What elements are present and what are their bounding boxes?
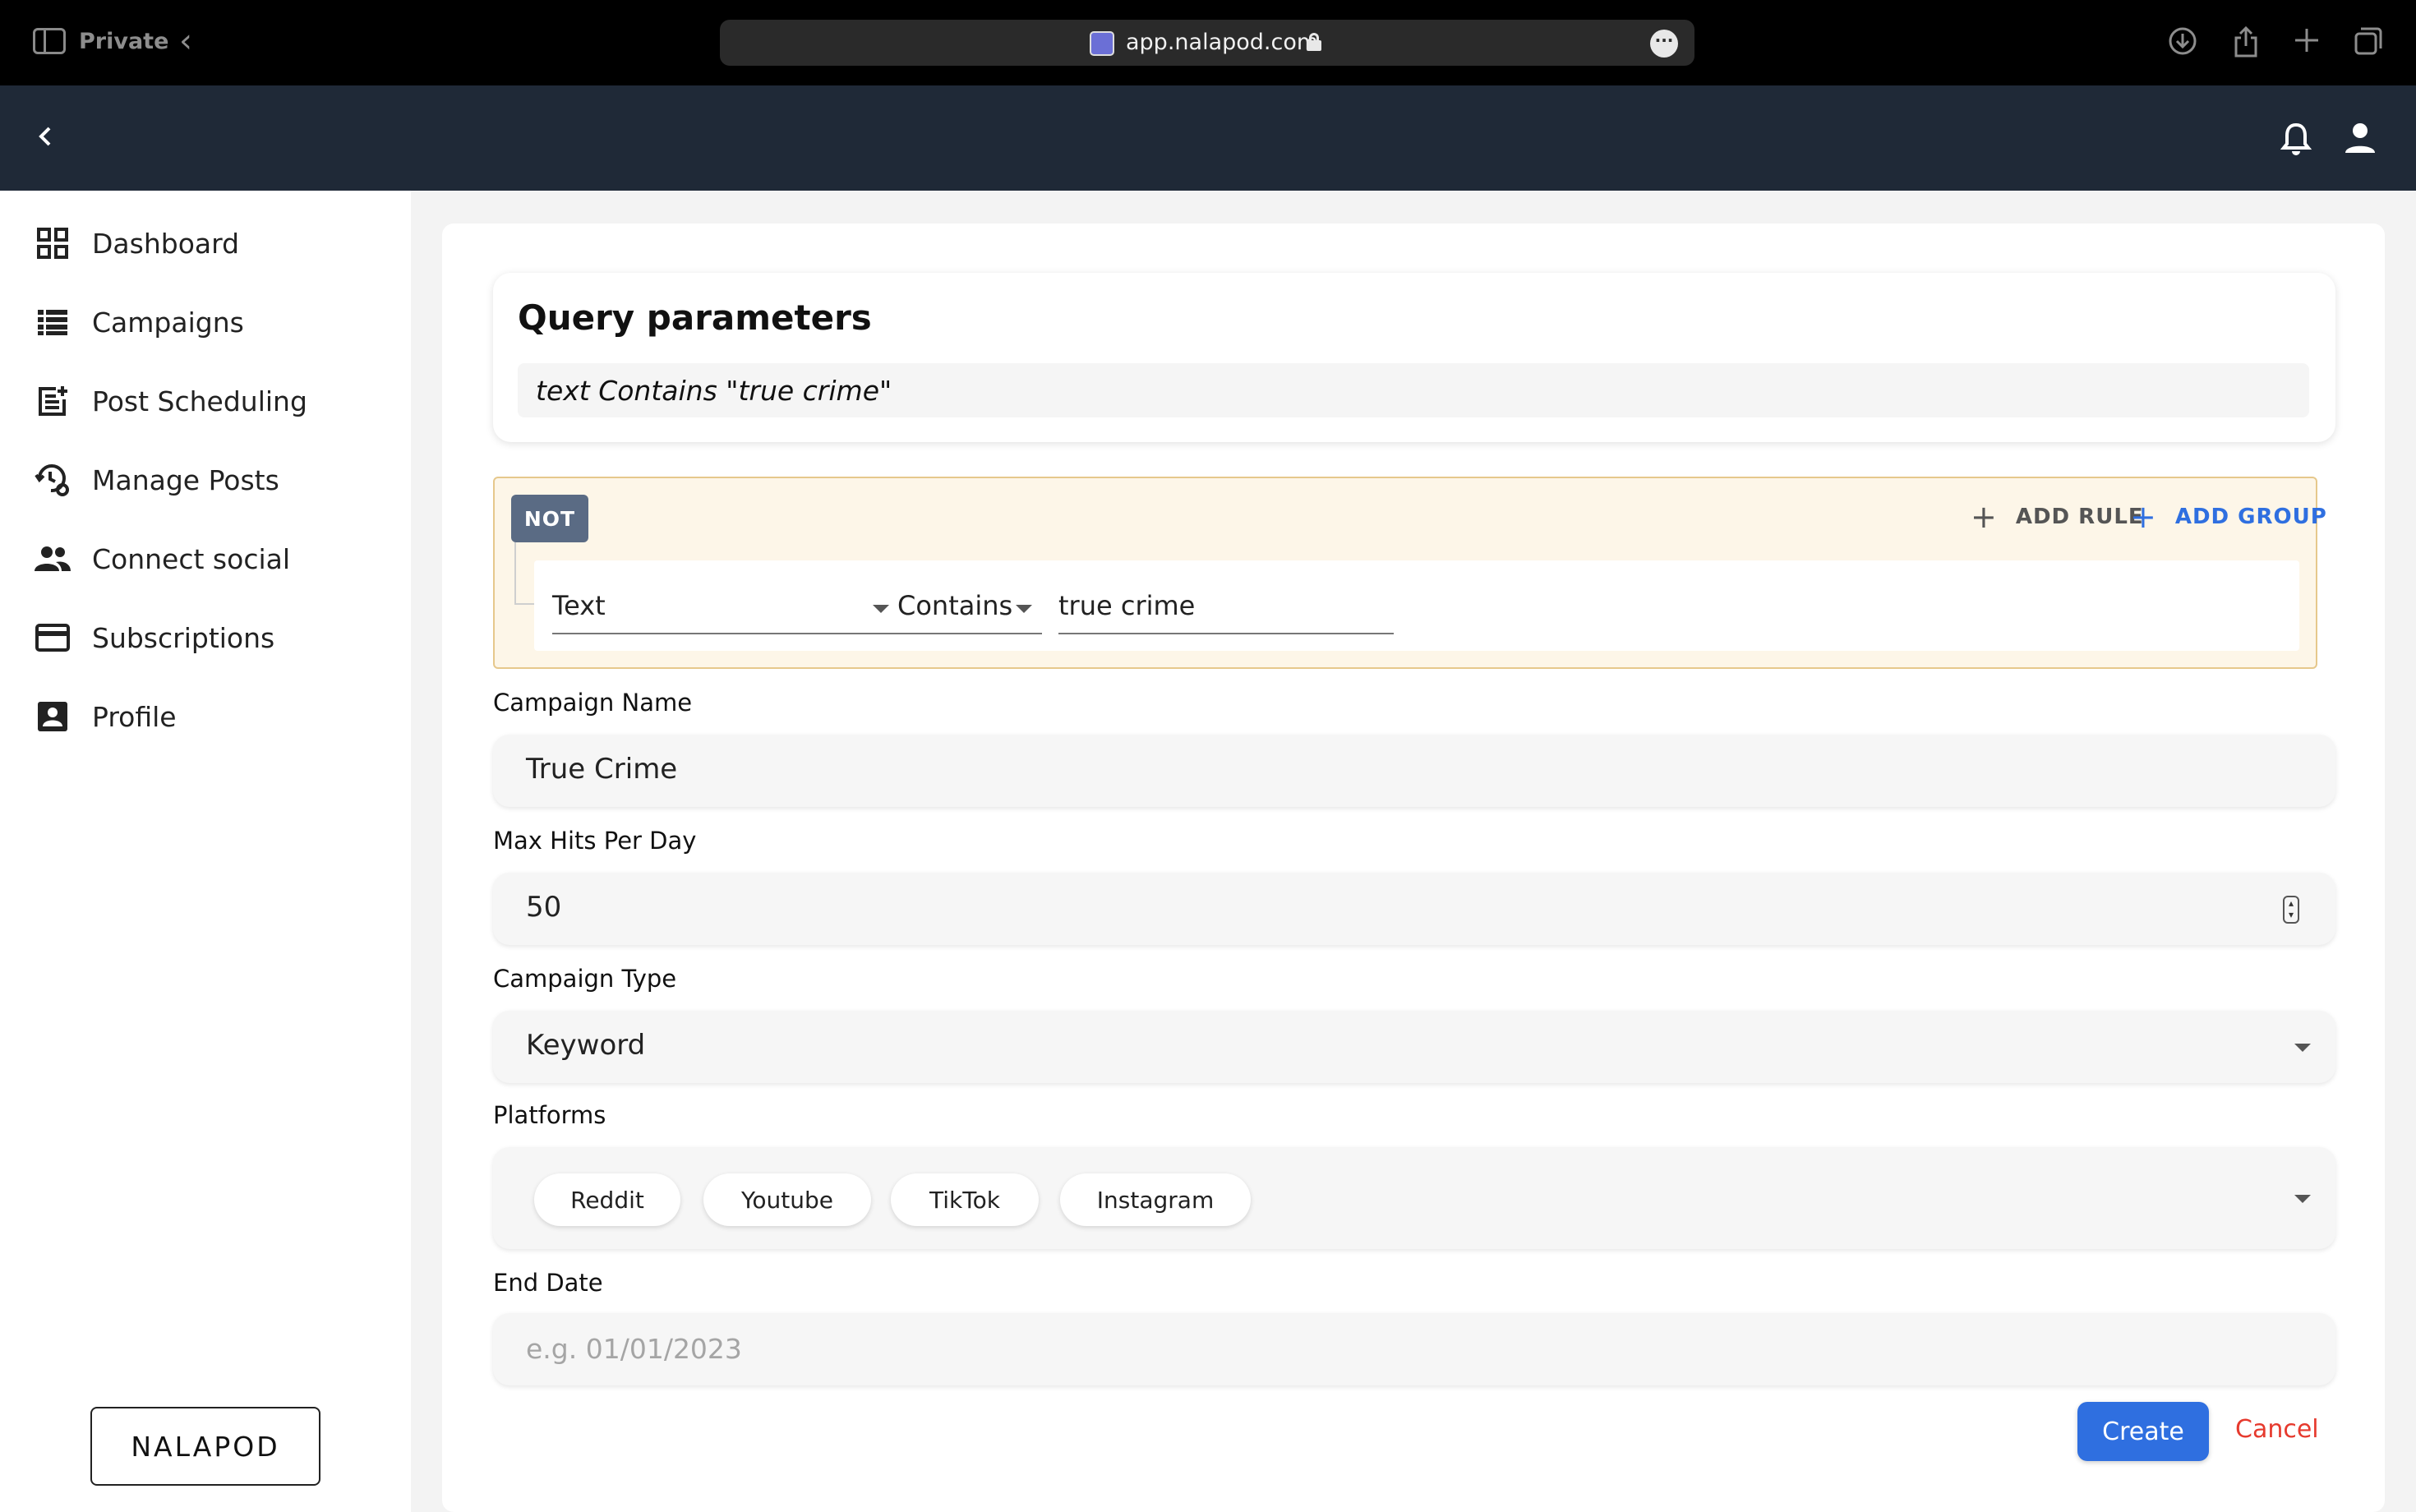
sidebar-item-label: Subscriptions [92,621,275,654]
rule-field-select[interactable]: Text [552,585,899,634]
browser-chrome: Private ‹ app.nalapod.com ··· [0,0,2416,85]
rule-operator-select[interactable]: Contains [897,585,1042,634]
sidebar-item-label: Manage Posts [92,463,279,496]
not-toggle-button[interactable]: NOT [511,495,588,542]
tabs-overview-icon[interactable] [2354,26,2383,62]
sidebar-item-manage-posts[interactable]: Manage Posts [33,455,279,505]
add-rule-label: ADD RULE [2015,505,2144,529]
lock-icon [1307,33,1321,51]
platforms-label: Platforms [493,1101,606,1129]
dashboard-icon [33,224,72,263]
rule-field-value: Text [552,590,606,621]
sidebar-item-post-scheduling[interactable]: Post Scheduling [33,376,307,426]
chevron-down-icon [2294,1195,2311,1203]
address-bar[interactable]: app.nalapod.com ··· [720,20,1694,66]
cancel-button[interactable]: Cancel [2235,1415,2319,1444]
sidebar-item-label: Dashboard [92,227,240,260]
back-icon[interactable] [31,122,61,154]
platform-chip-reddit[interactable]: Reddit [534,1173,680,1226]
people-icon [33,539,72,579]
download-icon[interactable] [2168,26,2197,62]
plus-icon: + [2130,499,2157,535]
sidebar-item-label: Campaigns [92,306,244,339]
sidebar-item-label: Post Scheduling [92,385,307,417]
rule-operator-value: Contains [897,590,1013,621]
sidebar-item-campaigns[interactable]: Campaigns [33,297,244,347]
more-icon[interactable]: ··· [1650,30,1678,58]
plus-icon: + [1971,499,1998,535]
campaign-type-label: Campaign Type [493,965,677,993]
end-date-placeholder: e.g. 01/01/2023 [526,1333,742,1365]
campaign-type-select[interactable]: Keyword [493,1011,2335,1083]
max-hits-value: 50 [526,891,562,924]
sidebar-item-connect-social[interactable]: Connect social [33,534,290,583]
credit-card-icon [33,618,72,657]
end-date-label: End Date [493,1269,603,1297]
number-stepper-icon[interactable]: ▴ ▾ [2283,896,2299,924]
bell-icon[interactable] [2280,122,2312,159]
query-expression-box: text Contains "true crime" [518,363,2309,417]
query-parameters-title: Query parameters [518,297,872,338]
nalapod-brand-button[interactable]: NALAPOD [90,1407,320,1486]
add-group-button[interactable]: + ADD GROUP [2130,499,2327,535]
post-add-icon [33,381,72,421]
chevron-down-icon [1016,605,1032,613]
add-group-label: ADD GROUP [2174,505,2327,529]
query-expression: text Contains "true crime" [536,375,892,407]
sidebar-item-subscriptions[interactable]: Subscriptions [33,613,274,662]
private-label: Private [79,29,169,54]
sidebar-toggle-icon[interactable] [33,28,66,54]
browser-back-icon[interactable]: ‹ [179,25,192,58]
add-rule-button[interactable]: + ADD RULE [1971,499,2144,535]
sidebar-item-label: Profile [92,700,177,733]
account-box-icon [33,697,72,736]
list-icon [33,302,72,342]
platform-chip-tiktok[interactable]: TikTok [891,1173,1039,1226]
platform-chip-instagram[interactable]: Instagram [1060,1173,1251,1226]
chevron-down-icon [873,605,889,613]
app-header [0,85,2416,191]
campaign-name-label: Campaign Name [493,689,693,717]
history-settings-icon [33,460,72,500]
sidebar-item-dashboard[interactable]: Dashboard [33,219,239,268]
group-connector [514,542,534,605]
rule-row: Text Contains true crime [534,560,2299,651]
platform-chip-youtube[interactable]: Youtube [703,1173,871,1226]
max-hits-label: Max Hits Per Day [493,827,697,855]
create-button[interactable]: Create [2077,1402,2209,1461]
sidebar-item-profile[interactable]: Profile [33,692,177,741]
rule-value-text: true crime [1058,590,1196,621]
campaign-name-value: True Crime [526,753,678,786]
campaign-name-input[interactable]: True Crime [493,735,2335,807]
new-tab-icon[interactable] [2293,26,2321,60]
share-icon[interactable] [2232,25,2260,63]
end-date-input[interactable]: e.g. 01/01/2023 [493,1313,2335,1385]
favicon-icon [1090,31,1114,56]
chevron-down-icon [2294,1044,2311,1052]
campaign-type-value: Keyword [526,1029,646,1062]
url-text: app.nalapod.com [1126,30,1319,55]
rule-value-input[interactable]: true crime [1058,585,1394,634]
account-icon[interactable] [2344,122,2377,158]
sidebar-item-label: Connect social [92,542,291,575]
max-hits-input[interactable]: 50 ▴ ▾ [493,873,2335,945]
